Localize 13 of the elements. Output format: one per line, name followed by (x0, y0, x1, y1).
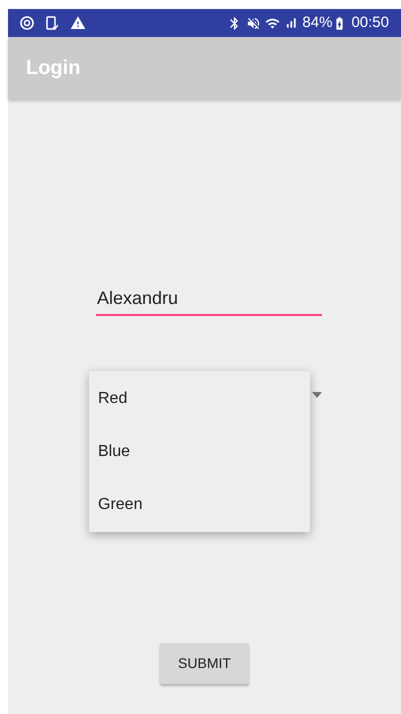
device-icon (46, 16, 58, 30)
clock: 00:50 (351, 12, 389, 33)
signal-icon (284, 16, 298, 30)
dropdown-option[interactable]: Blue (89, 425, 310, 478)
dropdown-option[interactable]: Red (89, 372, 310, 425)
submit-button[interactable]: SUBMIT (160, 643, 249, 684)
dropdown-caret-icon[interactable] (312, 392, 322, 398)
dropdown-option[interactable]: Green (89, 478, 310, 531)
username-field[interactable]: Alexandru (96, 285, 322, 316)
circle-icon (20, 16, 34, 30)
battery-level: 84% (302, 12, 332, 33)
muted-icon (246, 16, 262, 30)
warning-icon (70, 15, 86, 31)
